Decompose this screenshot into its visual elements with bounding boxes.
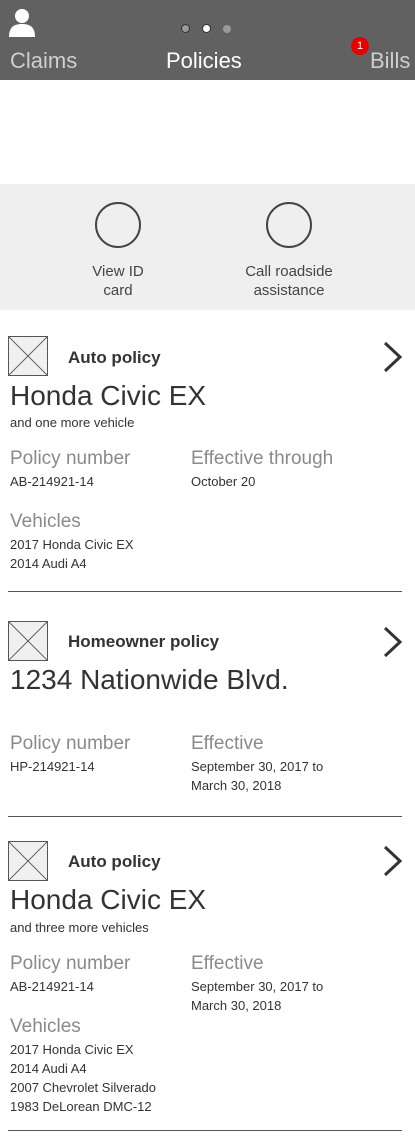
effective-label: Effective through [191,448,334,469]
policy-type: Auto policy [68,852,161,871]
policy-number-label: Policy number [10,953,131,974]
policy-image-placeholder-icon [8,621,48,661]
vehicles-label: Vehicles [10,1016,81,1037]
page-dot-3[interactable] [223,25,231,33]
view-id-card-label[interactable]: View ID card [68,262,168,300]
call-roadside-icon[interactable] [266,202,312,248]
page-indicator [181,24,241,34]
effective-label: Effective [191,733,264,754]
vehicle-item: 2014 Audi A4 [10,1061,87,1076]
effective-value: September 30, 2017 to March 30, 2018 [191,979,324,1013]
page-dot-2[interactable] [202,24,211,33]
policy-card[interactable]: Auto policy Honda Civic EX and one more … [0,310,415,592]
policy-number-value: AB-214921-14 [10,474,94,489]
quick-actions-bar: View ID card Call roadside assistance [0,184,415,310]
policy-subtitle: and three more vehicles [10,920,149,935]
chevron-right-icon[interactable] [382,625,404,659]
vehicles-label: Vehicles [10,511,81,532]
effective-value: September 30, 2017 to March 30, 2018 [191,759,324,793]
bills-notification-badge: 1 [351,37,369,55]
policy-title: Honda Civic EX [10,884,207,915]
policy-image-placeholder-icon [8,841,48,881]
tab-policies[interactable]: Policies [166,46,242,76]
tab-claims[interactable]: Claims [10,46,77,76]
effective-label: Effective [191,953,264,974]
top-nav-bar: Claims Policies Bills 1 [0,0,415,80]
chevron-right-icon[interactable] [382,340,404,374]
effective-value: October 20 [191,474,256,489]
policy-type: Homeowner policy [68,632,220,651]
page-dot-1[interactable] [181,24,190,33]
policy-number-value: HP-214921-14 [10,759,95,774]
card-divider [8,1130,402,1131]
view-id-card-icon[interactable] [95,202,141,248]
policy-title: Honda Civic EX [10,380,207,411]
vehicle-item: 1983 DeLorean DMC-12 [10,1099,152,1114]
policy-card[interactable]: Homeowner policy 1234 Nationwide Blvd. P… [0,592,415,816]
vehicle-item: 2017 Honda Civic EX [10,537,134,552]
policy-number-value: AB-214921-14 [10,979,94,994]
policy-subtitle: and one more vehicle [10,415,135,430]
policy-card[interactable]: Auto policy Honda Civic EX and three mor… [0,817,415,1131]
policy-image-placeholder-icon [8,336,48,376]
user-profile-icon[interactable] [8,8,36,38]
call-roadside-label[interactable]: Call roadside assistance [229,262,349,300]
policy-number-label: Policy number [10,448,131,469]
policy-type: Auto policy [68,348,161,367]
policy-number-label: Policy number [10,733,131,754]
vehicle-item: 2017 Honda Civic EX [10,1042,134,1057]
policy-title: 1234 Nationwide Blvd. [10,664,289,695]
vehicle-item: 2014 Audi A4 [10,556,87,571]
tab-bills[interactable]: Bills [370,46,410,76]
vehicle-item: 2007 Chevrolet Silverado [10,1080,156,1095]
chevron-right-icon[interactable] [382,844,404,878]
